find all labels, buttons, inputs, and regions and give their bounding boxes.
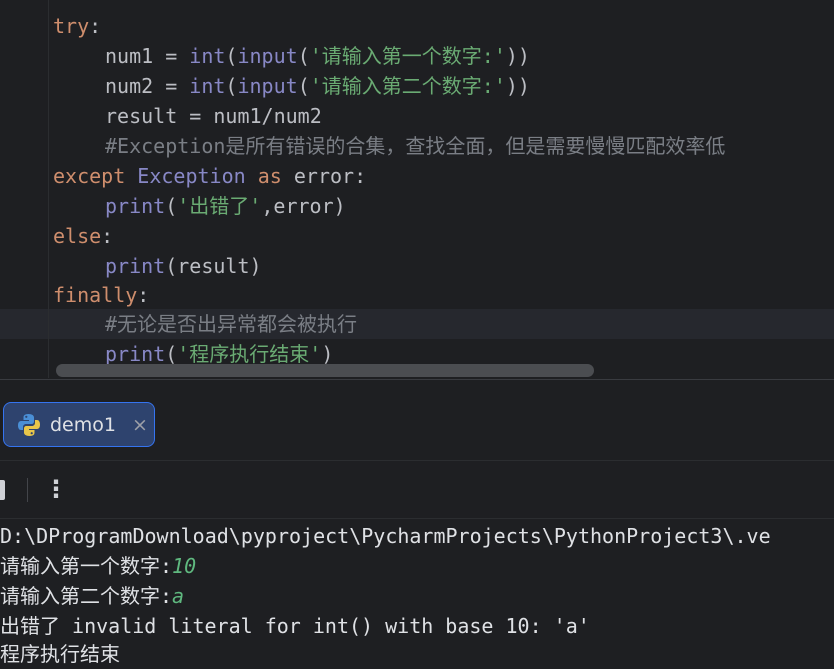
punctuation: (	[297, 44, 310, 68]
builtin-call: int	[189, 74, 226, 98]
toolbar-divider	[0, 460, 834, 461]
console-path-line: D:\DProgramDownload\pyproject\PycharmPro…	[0, 524, 771, 548]
comment: #Exception是所有错误的合集，查找全面，但是需要慢慢匹配效率低	[105, 134, 726, 158]
punctuation: (	[165, 342, 178, 366]
code-line-2[interactable]: num1 = int(input('请输入第一个数字:'))	[53, 41, 530, 71]
keyword: else	[53, 224, 102, 248]
punctuation: :	[354, 164, 367, 188]
exception-class: Exception	[137, 164, 246, 188]
punctuation: (	[297, 74, 310, 98]
punctuation: )	[321, 342, 334, 366]
string-literal: '出错了'	[177, 194, 262, 218]
console-prompt-1: 请输入第一个数字:10	[0, 551, 196, 581]
code-line-10[interactable]: finally:	[53, 280, 149, 310]
code-line-6[interactable]: except Exception as error:	[53, 161, 366, 191]
arguments: (result)	[165, 254, 262, 278]
keyword: except	[53, 164, 126, 188]
prompt-text: 请输入第一个数字:	[0, 554, 173, 578]
code-line-5[interactable]: #Exception是所有错误的合集，查找全面，但是需要慢慢匹配效率低	[53, 131, 725, 161]
punctuation: (	[225, 44, 238, 68]
user-input-value: 10	[172, 554, 197, 578]
rerun-icon[interactable]	[0, 480, 5, 500]
string-literal: '程序执行结束'	[177, 342, 322, 366]
identifier: error	[293, 164, 355, 188]
code-line-8[interactable]: else:	[53, 221, 113, 251]
code-line-7[interactable]: print('出错了',error)	[53, 191, 346, 221]
punctuation: (	[165, 194, 178, 218]
python-icon	[18, 413, 40, 436]
code-editor[interactable]: try: num1 = int(input('请输入第一个数字:')) num2…	[0, 0, 834, 378]
builtin-call: print	[105, 342, 166, 366]
keyword: finally	[53, 283, 138, 307]
console-prompt-2: 请输入第二个数字:a	[0, 581, 184, 611]
punctuation: :	[101, 224, 114, 248]
toolbar-separator	[27, 478, 28, 502]
punctuation: :	[89, 14, 102, 38]
punctuation: ))	[505, 44, 530, 68]
code-line-9[interactable]: print(result)	[53, 251, 262, 281]
code-line-1[interactable]: try:	[53, 11, 101, 41]
code-line-3[interactable]: num2 = int(input('请输入第二个数字:'))	[53, 71, 530, 101]
arguments: ,error)	[261, 194, 346, 218]
punctuation: ))	[505, 74, 530, 98]
code-line-4[interactable]: result = num1/num2	[53, 101, 322, 131]
statement: result = num1/num2	[105, 104, 322, 128]
keyword: try	[53, 14, 90, 38]
more-options-icon[interactable]: ⋮	[44, 474, 68, 504]
gutter-divider	[48, 0, 49, 378]
punctuation: (	[225, 74, 238, 98]
horizontal-scrollbar[interactable]	[56, 364, 594, 377]
code-line-11[interactable]: #无论是否出异常都会被执行	[53, 309, 357, 339]
prompt-text: 请输入第二个数字:	[0, 584, 173, 608]
assignment: num1 =	[105, 44, 190, 68]
keyword: as	[257, 164, 282, 188]
close-icon[interactable]: ×	[132, 414, 148, 436]
run-tab-demo1[interactable]: demo1 ×	[3, 402, 155, 447]
assignment: num2 =	[105, 74, 190, 98]
builtin-call: input	[237, 44, 298, 68]
console-final-line: 程序执行结束	[0, 642, 120, 666]
builtin-call: print	[105, 194, 166, 218]
builtin-call: int	[189, 44, 226, 68]
punctuation: :	[137, 283, 150, 307]
user-input-value: a	[172, 584, 185, 608]
console-divider	[0, 518, 834, 519]
builtin-call: print	[105, 254, 166, 278]
string-literal: '请输入第二个数字:'	[309, 74, 506, 98]
tab-label: demo1	[50, 413, 116, 436]
builtin-call: input	[237, 74, 298, 98]
console-error-line: 出错了 invalid literal for int() with base …	[0, 614, 590, 638]
comment: #无论是否出异常都会被执行	[105, 312, 358, 336]
string-literal: '请输入第一个数字:'	[309, 44, 506, 68]
